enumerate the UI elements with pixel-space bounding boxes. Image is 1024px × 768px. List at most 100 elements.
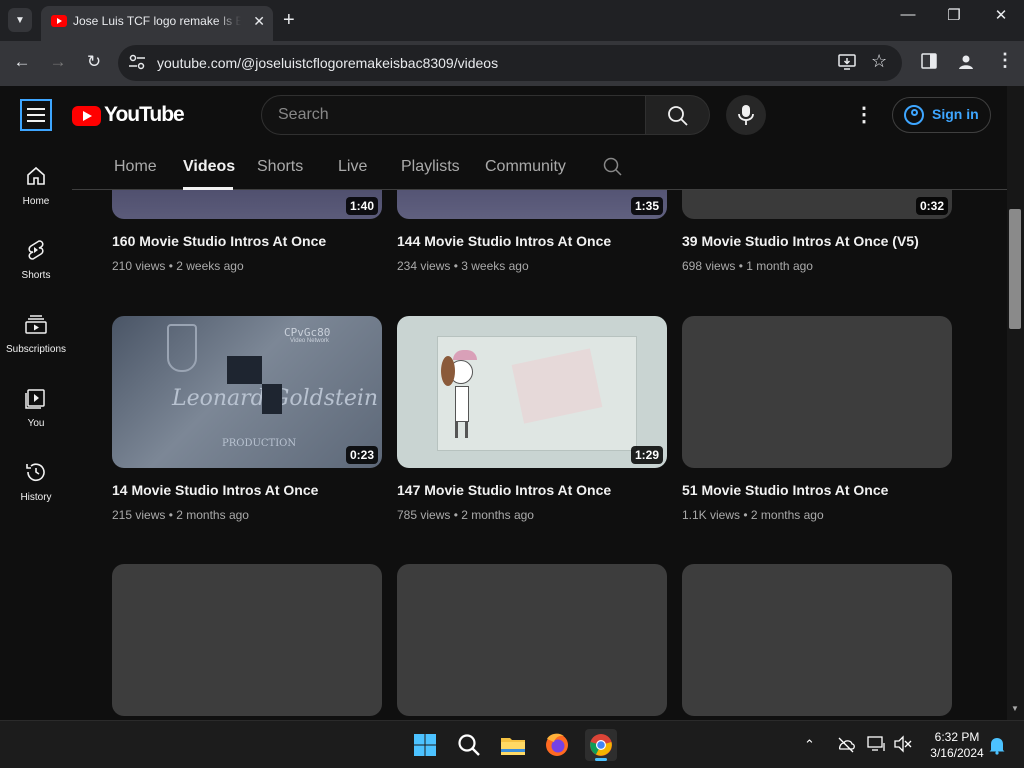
- settings-more-icon[interactable]: ⋮: [854, 104, 874, 128]
- video-views: 785 views: [397, 508, 451, 522]
- microphone-icon: [738, 105, 754, 125]
- video-views: 234 views: [397, 259, 451, 273]
- crest-logo: [167, 324, 197, 372]
- video-views: 1.1K views: [682, 508, 741, 522]
- tab-live[interactable]: Live: [338, 158, 367, 176]
- clock-date: 3/16/2024: [930, 746, 984, 760]
- video-thumbnail[interactable]: [112, 564, 382, 716]
- tab-close-icon[interactable]: ✕: [253, 13, 265, 30]
- volume-muted-icon[interactable]: [893, 735, 913, 758]
- video-metadata: 210 views • 2 weeks ago: [112, 259, 244, 273]
- onedrive-offline-icon[interactable]: [836, 735, 856, 758]
- guide-item-home[interactable]: Home: [4, 142, 68, 216]
- tab-search-dropdown-icon[interactable]: ▼: [8, 8, 32, 32]
- video-age: 2 months ago: [461, 508, 534, 522]
- thumbnail-block: [227, 356, 262, 384]
- show-hidden-icons-chevron-icon[interactable]: ⌃: [804, 737, 815, 753]
- tab-playlists[interactable]: Playlists: [401, 158, 460, 176]
- side-panel-icon[interactable]: [921, 53, 937, 74]
- chrome-icon[interactable]: [585, 729, 617, 761]
- video-thumbnail[interactable]: 1:29: [397, 316, 667, 468]
- search-input[interactable]: [278, 105, 618, 125]
- video-thumbnail[interactable]: [682, 316, 952, 468]
- youtube-favicon-icon: [51, 15, 67, 27]
- search-button[interactable]: [646, 95, 710, 135]
- channel-search-icon[interactable]: [602, 156, 624, 178]
- video-views: 215 views: [112, 508, 166, 522]
- video-thumbnail[interactable]: CPvGc80 Video Network Leonard Goldstein …: [112, 316, 382, 468]
- windows-taskbar: ⌃ 6:32 PM 3/16/2024: [0, 720, 1024, 768]
- guide-item-subscriptions[interactable]: Subscriptions: [4, 290, 68, 364]
- bookmark-star-icon[interactable]: ☆: [871, 51, 887, 72]
- video-thumbnail[interactable]: 1:40: [112, 190, 382, 219]
- video-age: 2 months ago: [176, 508, 249, 522]
- restore-icon[interactable]: ❐: [934, 6, 974, 24]
- video-age: 1 month ago: [746, 259, 813, 273]
- video-title[interactable]: 39 Movie Studio Intros At Once (V5): [682, 233, 919, 249]
- taskbar-clock[interactable]: 6:32 PM 3/16/2024: [922, 729, 992, 761]
- sign-in-button[interactable]: Sign in: [892, 97, 991, 133]
- install-app-icon[interactable]: [838, 53, 856, 76]
- voice-search-button[interactable]: [726, 95, 766, 135]
- guide-item-shorts[interactable]: Shorts: [4, 216, 68, 290]
- browser-tab-bar: ▼ Jose Luis TCF logo remake Is Back ✕ + …: [0, 0, 1024, 41]
- video-title[interactable]: 51 Movie Studio Intros At Once: [682, 482, 888, 498]
- active-app-indicator: [595, 758, 607, 761]
- video-title[interactable]: 147 Movie Studio Intros At Once: [397, 482, 611, 498]
- scrollbar-thumb[interactable]: [1009, 209, 1021, 329]
- video-duration: 1:29: [630, 446, 663, 464]
- video-views: 698 views: [682, 259, 736, 273]
- channel-tabs: Home Videos Shorts Live Playlists Commun…: [72, 142, 1007, 190]
- guide-label-shorts: Shorts: [21, 270, 51, 281]
- video-duration: 0:23: [345, 446, 378, 464]
- guide-item-history[interactable]: History: [4, 438, 68, 512]
- browser-tab[interactable]: Jose Luis TCF logo remake Is Back ✕: [41, 6, 273, 41]
- notification-bell-icon[interactable]: [988, 735, 1006, 760]
- tab-shorts[interactable]: Shorts: [257, 158, 303, 176]
- new-tab-button[interactable]: +: [283, 8, 295, 32]
- video-title[interactable]: 160 Movie Studio Intros At Once: [112, 233, 326, 249]
- video-duration: 1:35: [630, 197, 663, 215]
- guide-menu-button[interactable]: [20, 99, 52, 131]
- tab-videos[interactable]: Videos: [183, 158, 235, 176]
- back-icon[interactable]: ←: [10, 52, 34, 72]
- reload-icon[interactable]: ↻: [82, 52, 106, 72]
- omnibox[interactable]: youtube.com/@joseluistcflogoremakeisbac8…: [118, 45, 902, 81]
- windows-start-icon[interactable]: [409, 729, 441, 761]
- firefox-icon[interactable]: [541, 729, 573, 761]
- video-age: 3 weeks ago: [461, 259, 529, 273]
- video-thumbnail[interactable]: [682, 564, 952, 716]
- tab-home[interactable]: Home: [114, 158, 157, 176]
- file-explorer-icon[interactable]: [497, 729, 529, 761]
- video-thumbnail[interactable]: 1:35: [397, 190, 667, 219]
- address-bar-row: ← → ↻ youtube.com/@joseluistcflogoremake…: [0, 41, 1024, 86]
- profile-icon[interactable]: [957, 53, 975, 76]
- scroll-down-arrow-icon[interactable]: ▼: [1011, 704, 1019, 713]
- youtube-logo-icon[interactable]: [72, 106, 101, 126]
- url-text: youtube.com/@joseluistcflogoremakeisbac8…: [157, 55, 499, 71]
- account-icon: [904, 105, 924, 125]
- taskbar-search-icon[interactable]: [453, 729, 485, 761]
- tab-community[interactable]: Community: [485, 158, 566, 176]
- video-duration: 0:32: [915, 197, 948, 215]
- mini-guide: Home Shorts Subscriptions You History: [0, 142, 72, 720]
- minimize-icon[interactable]: —: [888, 6, 928, 23]
- video-thumbnail[interactable]: 0:32: [682, 190, 952, 219]
- forward-icon[interactable]: →: [46, 52, 70, 72]
- video-title[interactable]: 144 Movie Studio Intros At Once: [397, 233, 611, 249]
- guide-item-you[interactable]: You: [4, 364, 68, 438]
- video-title[interactable]: 14 Movie Studio Intros At Once: [112, 482, 318, 498]
- search-box[interactable]: [261, 95, 646, 135]
- network-icon[interactable]: [866, 735, 886, 758]
- video-metadata: 698 views • 1 month ago: [682, 259, 813, 273]
- video-age: 2 months ago: [750, 508, 824, 522]
- video-thumbnail[interactable]: [397, 564, 667, 716]
- close-window-icon[interactable]: ✕: [981, 6, 1021, 24]
- site-info-icon[interactable]: [128, 54, 148, 72]
- youtube-logo-text[interactable]: YouTube: [104, 103, 185, 127]
- chrome-menu-icon[interactable]: ⋮: [996, 50, 1014, 71]
- history-icon: [26, 463, 45, 482]
- video-metadata: 785 views • 2 months ago: [397, 508, 534, 522]
- character-hair: [441, 356, 455, 386]
- page-scrollbar[interactable]: ▼: [1007, 86, 1024, 720]
